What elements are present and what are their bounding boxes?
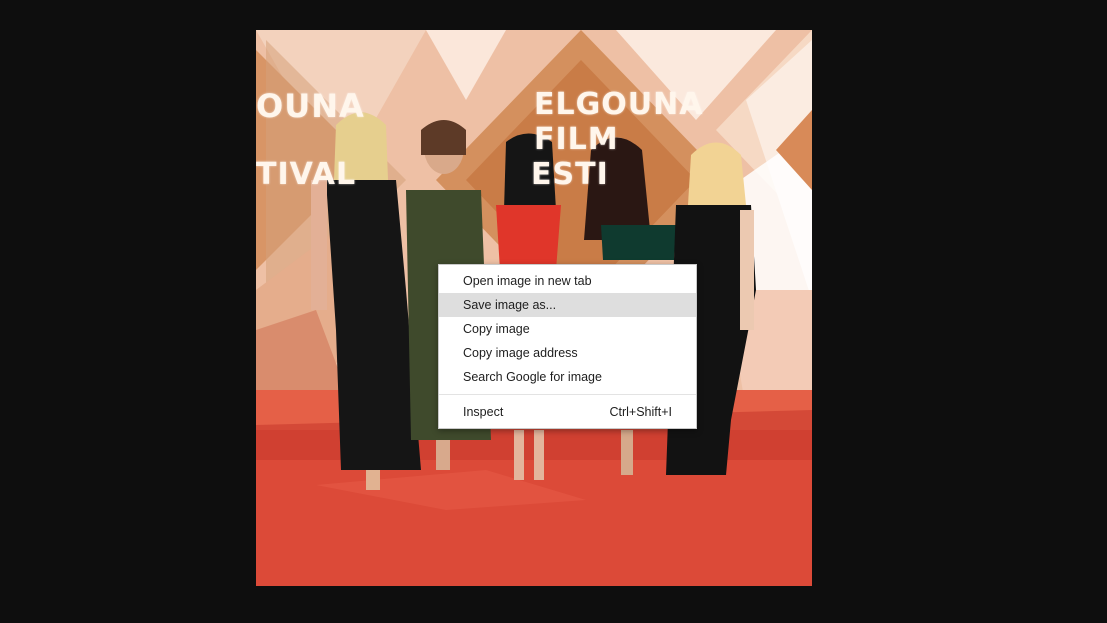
image-viewer: OUNA TIVAL ELGOUNA FILM ESTI Open image … (0, 0, 1107, 623)
context-menu: Open image in new tab Save image as... C… (438, 264, 697, 429)
menu-item-label: Copy image address (463, 346, 578, 360)
menu-item-label: Open image in new tab (463, 274, 592, 288)
menu-item-inspect[interactable]: Inspect Ctrl+Shift+I (439, 400, 696, 424)
menu-item-label: Search Google for image (463, 370, 602, 384)
sign-center-line-3: ESTI (531, 157, 609, 192)
menu-item-label: Copy image (463, 322, 530, 336)
menu-item-shortcut: Ctrl+Shift+I (609, 405, 672, 419)
sign-center-line-1: ELGOUNA (534, 87, 704, 122)
menu-item-copy-image[interactable]: Copy image (439, 317, 696, 341)
menu-separator (439, 394, 696, 395)
menu-item-label: Inspect (463, 405, 504, 419)
menu-item-copy-image-address[interactable]: Copy image address (439, 341, 696, 365)
sign-left-line-3: TIVAL (256, 157, 357, 192)
menu-item-label: Save image as... (463, 298, 557, 312)
sign-left-line-1: OUNA (256, 87, 365, 125)
menu-item-save-image-as[interactable]: Save image as... (439, 293, 696, 317)
menu-item-search-google-for-image[interactable]: Search Google for image (439, 365, 696, 389)
sign-center-line-2: FILM (534, 122, 619, 157)
menu-item-open-image-new-tab[interactable]: Open image in new tab (439, 269, 696, 293)
